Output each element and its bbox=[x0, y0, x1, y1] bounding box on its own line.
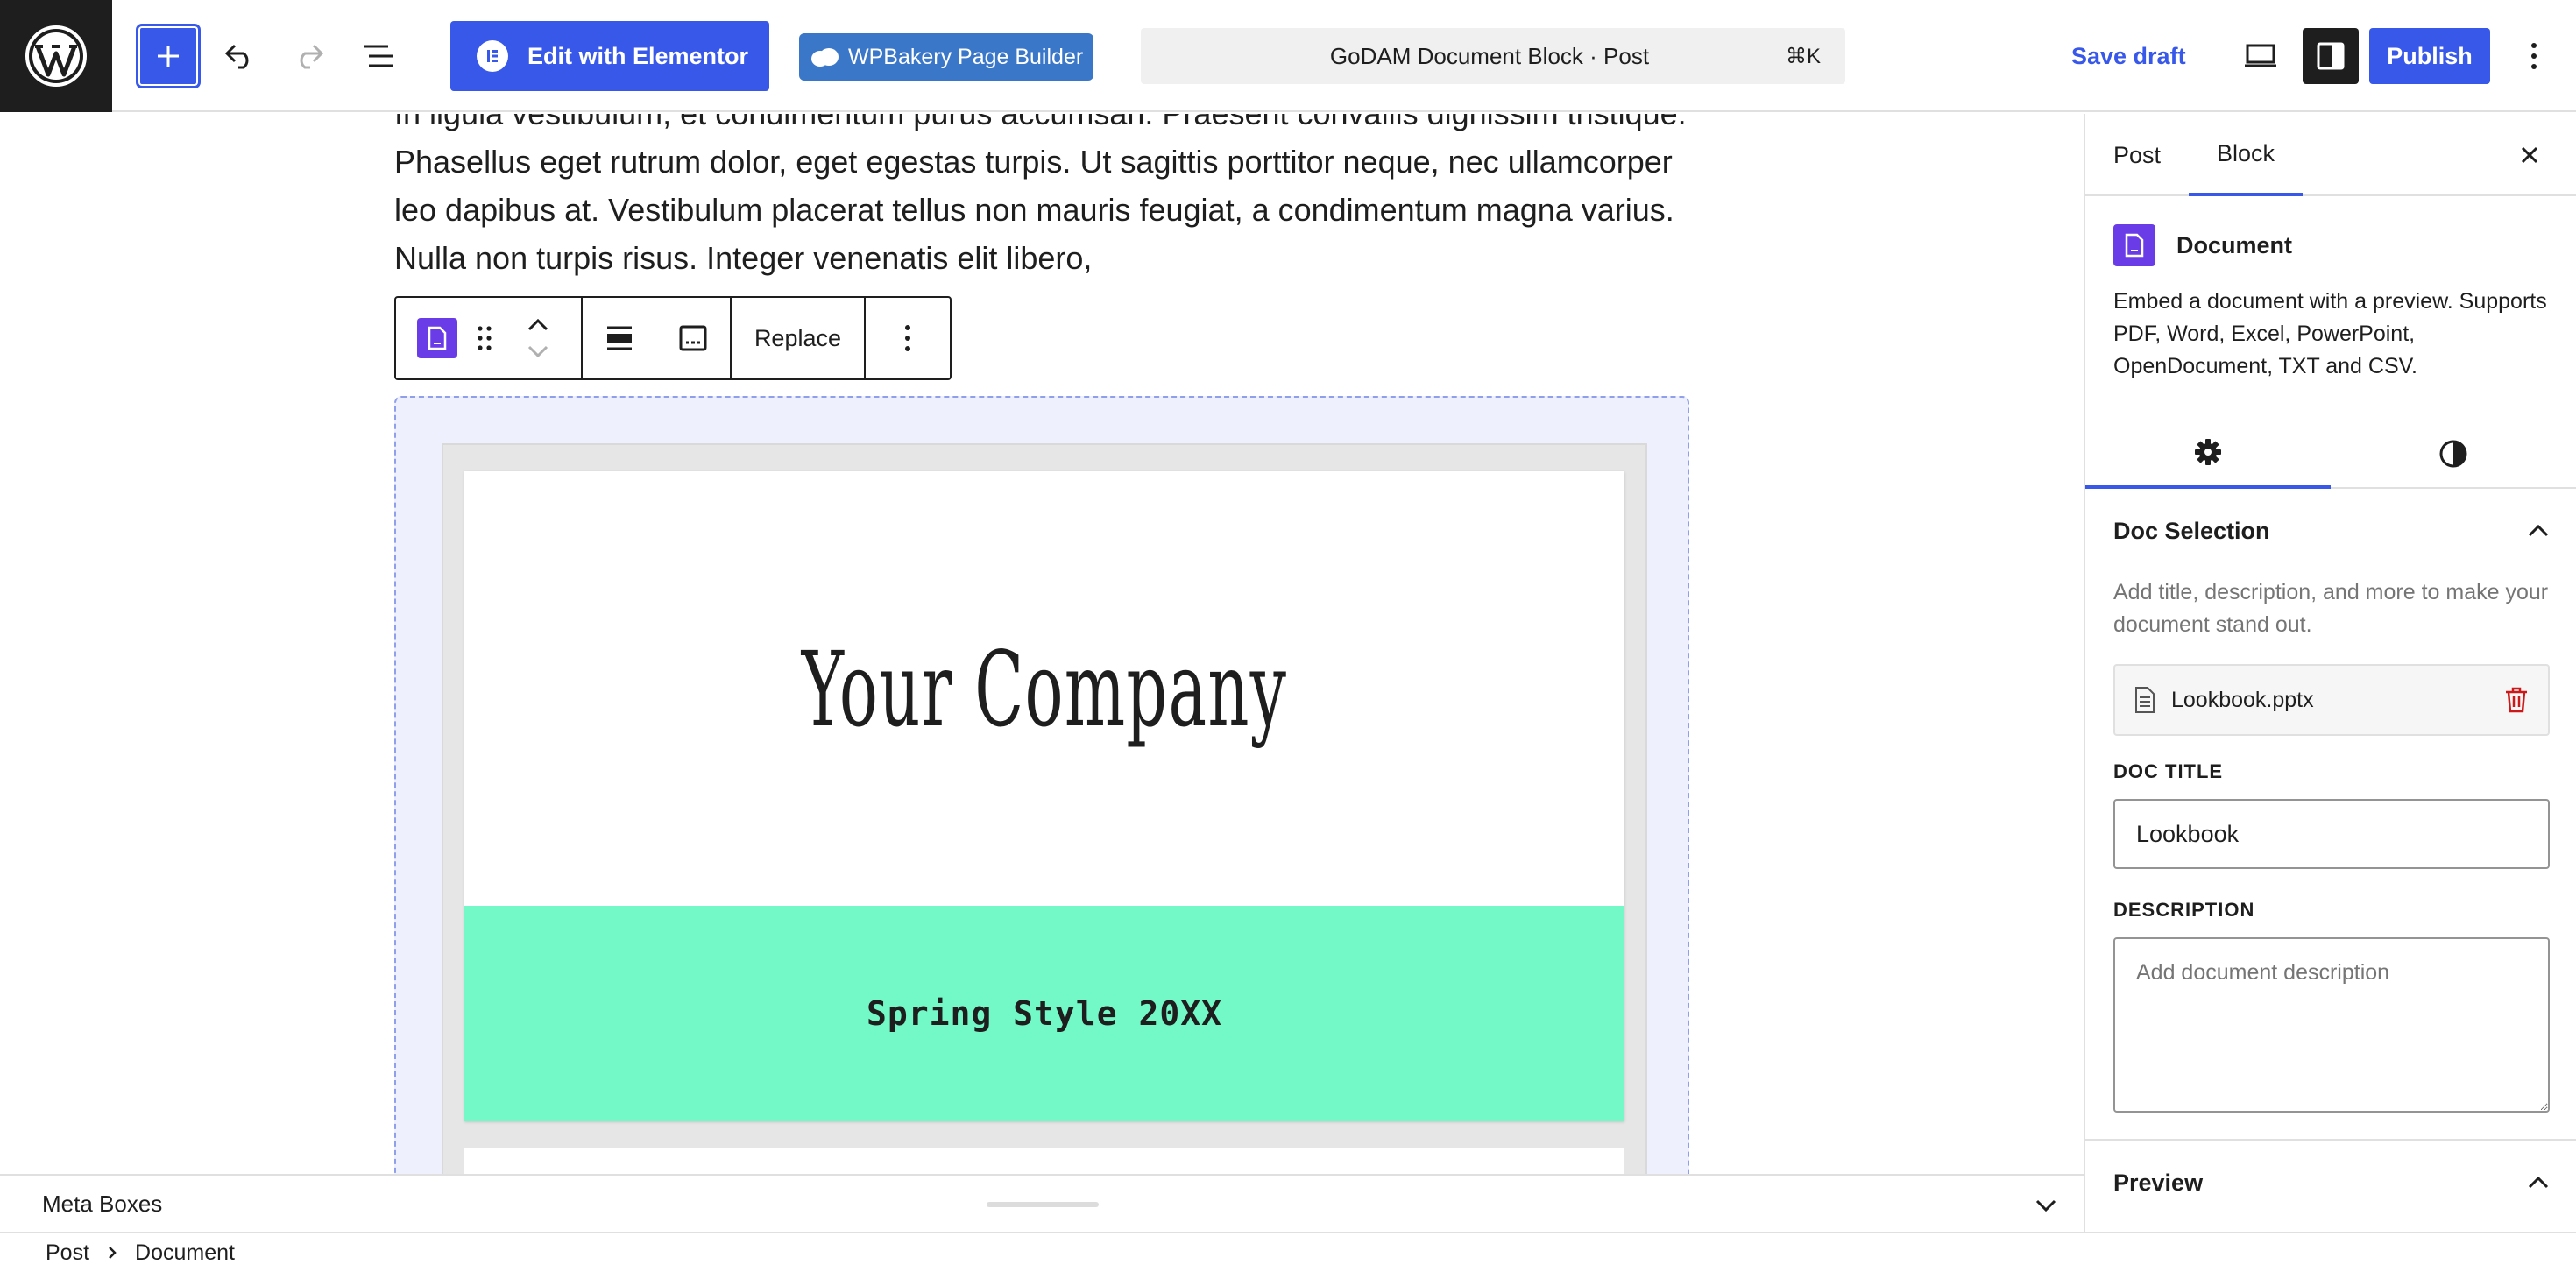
file-name: Lookbook.pptx bbox=[2171, 687, 2314, 712]
block-toolbar-group-options bbox=[866, 298, 950, 378]
document-icon bbox=[2125, 233, 2144, 258]
document-preview-frame[interactable]: Your Company Spring Style 20XX bbox=[442, 443, 1647, 1174]
more-vertical-icon bbox=[2531, 43, 2537, 69]
meta-boxes-bar[interactable]: Meta Boxes bbox=[0, 1174, 2084, 1232]
block-editor: Edit with Elementor WPBakery Page Builde… bbox=[0, 0, 2576, 1272]
block-mover[interactable] bbox=[512, 298, 564, 378]
block-toolbar-group-replace: Replace bbox=[732, 298, 866, 378]
chevron-up-icon[interactable] bbox=[527, 318, 549, 332]
block-inspector-tabs bbox=[2085, 419, 2576, 489]
paragraph-block[interactable]: In ligula vestibulum, et condimentum pur… bbox=[394, 114, 1691, 282]
desktop-preview-icon bbox=[2245, 44, 2276, 67]
close-icon bbox=[2521, 146, 2538, 164]
chevron-down-icon[interactable] bbox=[2035, 1198, 2057, 1212]
slide-title: Your Company bbox=[801, 629, 1288, 750]
wordpress-icon bbox=[25, 25, 87, 87]
document-block[interactable]: Your Company Spring Style 20XX bbox=[394, 396, 1689, 1174]
tab-settings[interactable] bbox=[2085, 419, 2331, 489]
chevron-up-icon bbox=[2528, 1176, 2549, 1189]
selected-file: Lookbook.pptx bbox=[2113, 664, 2550, 736]
resize-handle[interactable] bbox=[987, 1202, 1099, 1207]
replace-button[interactable]: Replace bbox=[732, 298, 864, 378]
document-title: GoDAM Document Block · Post bbox=[1329, 42, 1650, 69]
block-type-switcher[interactable] bbox=[417, 318, 457, 358]
gear-icon bbox=[2195, 439, 2221, 465]
doc-selection-title: Doc Selection bbox=[2113, 517, 2270, 544]
breadcrumb-post[interactable]: Post bbox=[46, 1240, 89, 1266]
document-block-icon bbox=[2113, 224, 2155, 266]
block-toolbar: Replace bbox=[394, 296, 952, 380]
wpbakery-builder-button[interactable]: WPBakery Page Builder bbox=[799, 33, 1093, 81]
preview-panel-title: Preview bbox=[2113, 1169, 2204, 1196]
drag-handle-icon bbox=[478, 326, 492, 350]
sidebar-icon bbox=[2317, 42, 2345, 70]
trash-icon[interactable] bbox=[2504, 686, 2529, 714]
tab-post[interactable]: Post bbox=[2113, 114, 2161, 196]
document-slide: Your Company Spring Style 20XX bbox=[464, 471, 1624, 1121]
preview-panel-toggle[interactable]: Preview bbox=[2085, 1141, 2576, 1225]
caption-icon bbox=[679, 325, 707, 351]
undo-button[interactable] bbox=[214, 28, 266, 84]
contrast-icon bbox=[2439, 440, 2467, 468]
block-card-description: Embed a document with a preview. Support… bbox=[2113, 289, 2547, 378]
publish-button[interactable]: Publish bbox=[2369, 28, 2490, 84]
elementor-label: Edit with Elementor bbox=[527, 42, 749, 69]
list-view-icon bbox=[364, 45, 393, 67]
align-wide-icon bbox=[606, 326, 632, 350]
elementor-icon bbox=[477, 40, 508, 72]
document-overview-button[interactable] bbox=[350, 28, 407, 84]
editor-header: Edit with Elementor WPBakery Page Builde… bbox=[0, 0, 2576, 112]
meta-boxes-label: Meta Boxes bbox=[42, 1190, 163, 1217]
doc-selection-help: Add title, description, and more to make… bbox=[2113, 580, 2549, 637]
editor-canvas: In ligula vestibulum, et condimentum pur… bbox=[0, 114, 2084, 1174]
settings-sidebar-toggle[interactable] bbox=[2303, 28, 2359, 84]
preview-button[interactable] bbox=[2233, 28, 2289, 84]
save-draft-button[interactable]: Save draft bbox=[2071, 28, 2203, 84]
plus-icon bbox=[158, 46, 179, 67]
more-vertical-icon bbox=[905, 325, 910, 351]
settings-sidebar: Post Block Document Embed a document wit… bbox=[2084, 114, 2576, 1232]
tab-block[interactable]: Block bbox=[2189, 114, 2303, 196]
chevron-up-icon bbox=[2528, 524, 2549, 537]
wordpress-logo-button[interactable] bbox=[0, 0, 112, 112]
doc-selection-panel-toggle[interactable]: Doc Selection bbox=[2085, 489, 2576, 573]
caption-button[interactable] bbox=[656, 298, 730, 378]
document-next-slide bbox=[464, 1148, 1624, 1174]
slide-band: Spring Style 20XX bbox=[464, 906, 1624, 1121]
chevron-down-icon[interactable] bbox=[527, 344, 549, 358]
doc-title-label: Doc Title bbox=[2113, 760, 2224, 782]
block-card-title: Document bbox=[2176, 231, 2293, 258]
block-toolbar-group-align bbox=[583, 298, 732, 378]
sidebar-tabs: Post Block bbox=[2085, 114, 2576, 196]
slide-subtitle: Spring Style 20XX bbox=[867, 994, 1222, 1033]
doc-title-input[interactable] bbox=[2113, 799, 2550, 869]
block-breadcrumb: Post Document bbox=[0, 1232, 2576, 1272]
tab-styles[interactable] bbox=[2331, 419, 2576, 489]
cloud-icon bbox=[811, 48, 839, 67]
align-button[interactable] bbox=[583, 298, 656, 378]
keyboard-shortcut: ⌘K bbox=[1785, 44, 1821, 68]
drag-handle[interactable] bbox=[457, 298, 512, 378]
redo-icon bbox=[300, 44, 324, 69]
breadcrumb-document[interactable]: Document bbox=[135, 1240, 235, 1266]
block-card: Document Embed a document with a preview… bbox=[2113, 224, 2551, 383]
undo-icon bbox=[224, 44, 249, 69]
block-toolbar-group-parent bbox=[396, 298, 583, 378]
description-textarea[interactable] bbox=[2113, 937, 2550, 1113]
document-icon bbox=[428, 326, 447, 350]
block-card-header: Document bbox=[2113, 224, 2551, 266]
block-inserter-button[interactable] bbox=[138, 26, 198, 86]
options-menu-button[interactable] bbox=[2506, 28, 2562, 84]
block-options-button[interactable] bbox=[866, 298, 950, 378]
redo-button[interactable] bbox=[282, 28, 335, 84]
command-palette-bar[interactable]: GoDAM Document Block · Post ⌘K bbox=[1141, 28, 1845, 84]
edit-with-elementor-button[interactable]: Edit with Elementor bbox=[450, 21, 769, 91]
wpbakery-label: WPBakery Page Builder bbox=[848, 44, 1084, 69]
close-sidebar-button[interactable] bbox=[2508, 133, 2551, 177]
description-label: Description bbox=[2113, 899, 2255, 921]
file-icon bbox=[2135, 687, 2155, 713]
chevron-right-icon bbox=[107, 1245, 117, 1261]
